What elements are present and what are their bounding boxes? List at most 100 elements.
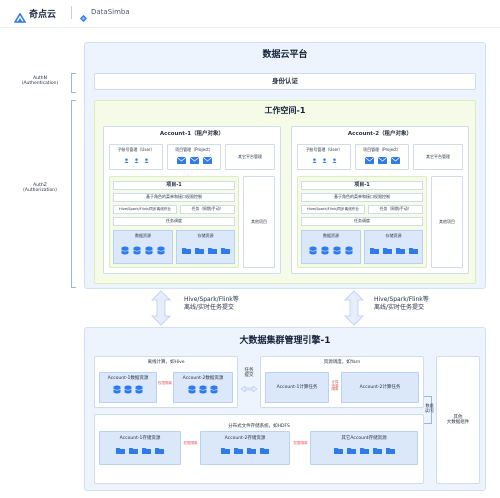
cloud-logo-icon	[13, 12, 27, 23]
tasks-label: 任务（周期/手动）	[191, 206, 224, 212]
folder-icon	[220, 247, 230, 254]
user-management: 子账号管理（User）	[109, 144, 163, 170]
data-resources: 数据资源	[301, 230, 361, 264]
other-storage-resource: 其它Account存储资源	[310, 431, 418, 465]
database-icon	[135, 385, 143, 394]
jobs-label: Hive/Spark/Flink/同步离线作业	[307, 207, 359, 212]
other-storage-label: 其它Account存储资源	[341, 436, 387, 441]
acc1-compute-task: Account-1计算任务	[265, 372, 329, 403]
other-projects: 其他项目	[243, 176, 275, 268]
role-permission-bar: 基于角色的菜单和接口权限控制	[113, 193, 235, 202]
database-icon	[345, 246, 353, 255]
project-management-label: 项目管理（Project）	[363, 147, 401, 152]
submit-right-line1: Hive/Spark/Flink等	[374, 296, 429, 303]
project-management: 项目管理（Project）	[167, 144, 221, 170]
authn-bracket	[71, 73, 76, 93]
database-icon	[321, 246, 329, 255]
submit-label-right: Hive/Spark/Flink等 离线/实时任务提交	[374, 296, 429, 312]
storage-resources-label: 存储资源	[197, 233, 214, 238]
database-icon	[133, 246, 141, 255]
schedule-label: 任务调度	[354, 218, 370, 224]
authz-bracket	[71, 100, 76, 288]
identity-auth-bar: 身份认证	[94, 73, 476, 90]
data-resources-label: 数据资源	[135, 233, 151, 238]
acc2-storage-resource: Account-2存储资源	[200, 431, 290, 465]
other-platform-label: 其它平台管理	[238, 153, 262, 159]
folder-icon	[181, 247, 191, 254]
database-icon	[309, 246, 317, 255]
user-icon	[133, 158, 139, 163]
other-components-line2: 大数据组件	[446, 420, 470, 425]
folder-icon	[372, 448, 382, 455]
folder-icon	[369, 247, 379, 254]
acc2-storage-icons	[201, 447, 289, 455]
other-projects: 其他项目	[431, 176, 463, 268]
folder-icon	[142, 448, 151, 455]
acc1-compute-label: Account-1计算任务	[276, 384, 318, 390]
other-platform-management: 其它平台管理	[225, 144, 275, 170]
database-icon	[199, 385, 207, 394]
distributed-storage-label: 分布式文件存储系统，如HDFS	[228, 424, 290, 429]
authn-label: AuthN (Authentication)	[14, 76, 66, 86]
storage-resources: 存储资源	[176, 230, 235, 264]
brand-name: 奇点云	[29, 10, 57, 20]
envelope-icon	[377, 156, 387, 164]
platform-title: 数据云平台	[262, 50, 308, 60]
storage-resources-label: 存储资源	[385, 233, 402, 238]
jobs-label: Hive/Spark/Flink/同步离线作业	[119, 207, 171, 212]
role-permission-bar: 基于角色的菜单和接口权限控制	[301, 193, 423, 202]
submit-right-line2: 离线/实时任务提交	[374, 304, 425, 312]
folder-icon	[333, 448, 343, 455]
database-icon	[333, 246, 341, 255]
acc2-data-label: Account-2数据资源	[182, 376, 224, 381]
top-bar: 奇点云 DataSimba	[0, 0, 500, 28]
envelope-icon	[390, 156, 400, 164]
folder-icon	[207, 247, 217, 254]
compute-isolation-label: 计算资源隔离	[331, 380, 339, 391]
submit-label-left: Hive/Spark/Flink等 离线/实时任务提交	[184, 296, 239, 312]
authz-subtitle: (Authorization)	[23, 188, 57, 194]
submit-arrow-right-icon	[344, 290, 364, 326]
user-icon	[311, 158, 317, 163]
folder-icon	[155, 448, 164, 455]
acc1-data-icons	[100, 385, 156, 394]
folder-icon	[260, 448, 269, 455]
envelope-icon	[202, 156, 212, 164]
tasks-label: 任务（周期/手动）	[379, 206, 412, 212]
project-management: 项目管理（Project）	[355, 144, 409, 170]
acc2-compute-label: Account-2计算任务	[359, 384, 401, 390]
authn-subtitle: (Authentication)	[21, 81, 59, 87]
folder-icon	[385, 448, 395, 455]
folder-icon	[359, 448, 369, 455]
database-icon	[145, 246, 153, 255]
project-title: 项目-1	[354, 181, 370, 188]
double-arrow-icon	[240, 385, 258, 393]
user-icon	[143, 158, 149, 163]
datasimba-icon	[79, 14, 88, 23]
acc1-data-resource: Account-1数据资源	[99, 372, 157, 403]
engine-title: 大数据集群管理引擎-1	[239, 336, 331, 346]
data-rw-label: 数据 读/写	[425, 403, 434, 413]
resource-scheduling-label: 资源调度，如Yarn	[323, 360, 361, 365]
jobs-bar: Hive/Spark/Flink/同步离线作业	[113, 205, 177, 214]
folder-icon	[247, 448, 256, 455]
storage-isolation-1: 权限隔离	[183, 441, 198, 445]
database-icon	[121, 246, 129, 255]
user-icon	[321, 158, 327, 163]
acc2-storage-label: Account-2存储资源	[224, 436, 266, 441]
project-title-bar: 项目-1	[113, 181, 235, 190]
acc2-data-icons	[174, 385, 232, 394]
datasimba-name: DataSimba	[91, 8, 130, 16]
submit-left-line2: 离线/实时任务提交	[184, 304, 235, 312]
brand-logo	[13, 8, 27, 27]
project-management-label: 项目管理（Project）	[175, 147, 213, 152]
jobs-bar: Hive/Spark/Flink/同步离线作业	[301, 205, 365, 214]
user-icon	[123, 158, 129, 163]
envelope-icon	[189, 156, 199, 164]
offline-compute-label: 离线计算，如Hive	[147, 360, 185, 365]
acc2-compute-task: Account-2计算任务	[341, 372, 419, 403]
other-platform-management: 其它平台管理	[413, 144, 463, 170]
acc1-storage-icons	[100, 447, 180, 455]
folder-icon	[129, 448, 138, 455]
schedule-label: 任务调度	[166, 218, 182, 224]
